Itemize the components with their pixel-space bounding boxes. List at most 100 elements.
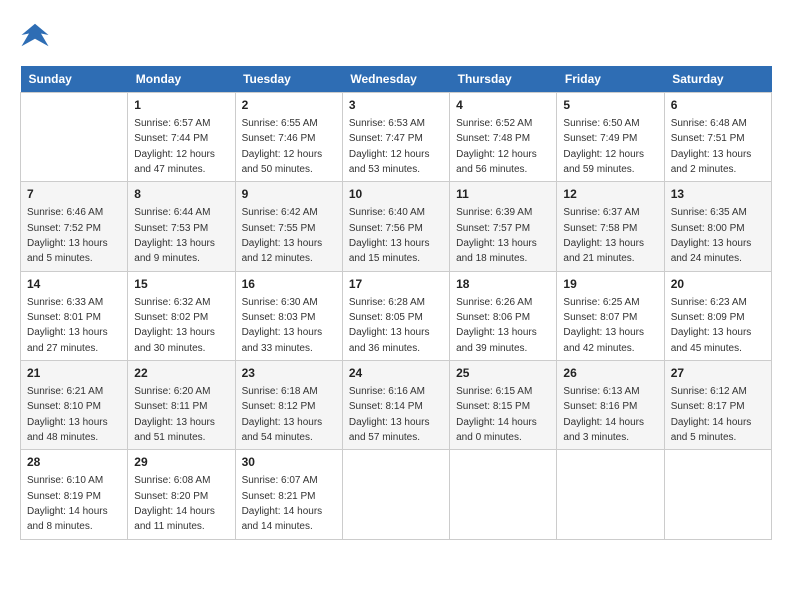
day-detail: Sunrise: 6:39 AMSunset: 7:57 PMDaylight:…	[456, 207, 537, 264]
day-cell: 8Sunrise: 6:44 AMSunset: 7:53 PMDaylight…	[128, 182, 235, 271]
day-detail: Sunrise: 6:37 AMSunset: 7:58 PMDaylight:…	[563, 207, 644, 264]
day-detail: Sunrise: 6:50 AMSunset: 7:49 PMDaylight:…	[563, 118, 644, 175]
day-detail: Sunrise: 6:15 AMSunset: 8:15 PMDaylight:…	[456, 386, 537, 443]
header-row: SundayMondayTuesdayWednesdayThursdayFrid…	[21, 66, 772, 93]
day-cell: 2 Sunrise: 6:55 AMSunset: 7:46 PMDaylight…	[235, 93, 342, 182]
day-cell: 7 Sunrise: 6:46 AMSunset: 7:52 PMDaylight…	[21, 182, 128, 271]
day-detail: Sunrise: 6:21 AMSunset: 8:10 PMDaylight:…	[27, 386, 108, 443]
day-cell	[557, 450, 664, 539]
day-cell: 24 Sunrise: 6:16 AMSunset: 8:14 PMDayligh…	[342, 361, 449, 450]
day-number: 22	[134, 365, 228, 382]
day-cell: 23 Sunrise: 6:18 AMSunset: 8:12 PMDayligh…	[235, 361, 342, 450]
day-header-monday: Monday	[128, 66, 235, 93]
day-detail: Sunrise: 6:10 AMSunset: 8:19 PMDaylight:…	[27, 475, 108, 532]
day-number: 24	[349, 365, 443, 382]
day-cell: 17Sunrise: 6:28 AMSunset: 8:05 PMDayligh…	[342, 271, 449, 360]
day-cell: 28 Sunrise: 6:10 AMSunset: 8:19 PMDayligh…	[21, 450, 128, 539]
week-row-4: 21 Sunrise: 6:21 AMSunset: 8:10 PMDayligh…	[21, 361, 772, 450]
day-number: 28	[27, 454, 121, 471]
day-detail: Sunrise: 6:42 AMSunset: 7:55 PMDaylight:…	[242, 207, 323, 264]
day-number: 2	[242, 97, 336, 114]
day-number: 12	[563, 186, 657, 203]
calendar-table: SundayMondayTuesdayWednesdayThursdayFrid…	[20, 66, 772, 540]
day-cell: 26 Sunrise: 6:13 AMSunset: 8:16 PMDayligh…	[557, 361, 664, 450]
day-cell: 6 Sunrise: 6:48 AMSunset: 7:51 PMDaylight…	[664, 93, 771, 182]
day-detail: Sunrise: 6:12 AMSunset: 8:17 PMDaylight:…	[671, 386, 752, 443]
day-cell: 30 Sunrise: 6:07 AMSunset: 8:21 PMDayligh…	[235, 450, 342, 539]
day-header-friday: Friday	[557, 66, 664, 93]
day-detail: Sunrise: 6:30 AMSunset: 8:03 PMDaylight:…	[242, 297, 323, 354]
day-number: 30	[242, 454, 336, 471]
day-number: 11	[456, 186, 550, 203]
day-number: 26	[563, 365, 657, 382]
day-header-wednesday: Wednesday	[342, 66, 449, 93]
day-cell: 16Sunrise: 6:30 AMSunset: 8:03 PMDayligh…	[235, 271, 342, 360]
day-detail: Sunrise: 6:25 AMSunset: 8:07 PMDaylight:…	[563, 297, 644, 354]
day-number: 21	[27, 365, 121, 382]
day-number: 19	[563, 276, 657, 293]
day-cell: 18Sunrise: 6:26 AMSunset: 8:06 PMDayligh…	[450, 271, 557, 360]
week-row-1: 1 Sunrise: 6:57 AMSunset: 7:44 PMDaylight…	[21, 93, 772, 182]
day-cell	[450, 450, 557, 539]
day-cell: 1 Sunrise: 6:57 AMSunset: 7:44 PMDaylight…	[128, 93, 235, 182]
day-cell: 19 Sunrise: 6:25 AMSunset: 8:07 PMDayligh…	[557, 271, 664, 360]
day-cell: 12 Sunrise: 6:37 AMSunset: 7:58 PMDayligh…	[557, 182, 664, 271]
day-number: 29	[134, 454, 228, 471]
day-header-saturday: Saturday	[664, 66, 771, 93]
day-cell	[21, 93, 128, 182]
day-detail: Sunrise: 6:13 AMSunset: 8:16 PMDaylight:…	[563, 386, 644, 443]
day-cell: 25 Sunrise: 6:15 AMSunset: 8:15 PMDayligh…	[450, 361, 557, 450]
day-detail: Sunrise: 6:20 AMSunset: 8:11 PMDaylight:…	[134, 386, 215, 443]
day-number: 23	[242, 365, 336, 382]
day-cell: 10Sunrise: 6:40 AMSunset: 7:56 PMDayligh…	[342, 182, 449, 271]
week-row-2: 7 Sunrise: 6:46 AMSunset: 7:52 PMDaylight…	[21, 182, 772, 271]
day-number: 5	[563, 97, 657, 114]
logo	[20, 20, 54, 50]
day-detail: Sunrise: 6:28 AMSunset: 8:05 PMDaylight:…	[349, 297, 430, 354]
day-cell: 11 Sunrise: 6:39 AMSunset: 7:57 PMDayligh…	[450, 182, 557, 271]
day-detail: Sunrise: 6:16 AMSunset: 8:14 PMDaylight:…	[349, 386, 430, 443]
day-cell: 3 Sunrise: 6:53 AMSunset: 7:47 PMDaylight…	[342, 93, 449, 182]
day-detail: Sunrise: 6:57 AMSunset: 7:44 PMDaylight:…	[134, 118, 215, 175]
day-detail: Sunrise: 6:53 AMSunset: 7:47 PMDaylight:…	[349, 118, 430, 175]
day-cell	[342, 450, 449, 539]
logo-icon	[20, 20, 50, 50]
day-cell: 27Sunrise: 6:12 AMSunset: 8:17 PMDayligh…	[664, 361, 771, 450]
day-number: 4	[456, 97, 550, 114]
day-cell: 5 Sunrise: 6:50 AMSunset: 7:49 PMDaylight…	[557, 93, 664, 182]
day-header-sunday: Sunday	[21, 66, 128, 93]
day-number: 3	[349, 97, 443, 114]
day-cell: 15 Sunrise: 6:32 AMSunset: 8:02 PMDayligh…	[128, 271, 235, 360]
day-cell: 22 Sunrise: 6:20 AMSunset: 8:11 PMDayligh…	[128, 361, 235, 450]
day-header-thursday: Thursday	[450, 66, 557, 93]
day-cell: 4Sunrise: 6:52 AMSunset: 7:48 PMDaylight…	[450, 93, 557, 182]
day-cell	[664, 450, 771, 539]
day-detail: Sunrise: 6:18 AMSunset: 8:12 PMDaylight:…	[242, 386, 323, 443]
day-detail: Sunrise: 6:32 AMSunset: 8:02 PMDaylight:…	[134, 297, 215, 354]
day-detail: Sunrise: 6:23 AMSunset: 8:09 PMDaylight:…	[671, 297, 752, 354]
day-header-tuesday: Tuesday	[235, 66, 342, 93]
day-cell: 20 Sunrise: 6:23 AMSunset: 8:09 PMDayligh…	[664, 271, 771, 360]
day-detail: Sunrise: 6:33 AMSunset: 8:01 PMDaylight:…	[27, 297, 108, 354]
day-detail: Sunrise: 6:55 AMSunset: 7:46 PMDaylight:…	[242, 118, 323, 175]
day-number: 6	[671, 97, 765, 114]
day-cell: 9Sunrise: 6:42 AMSunset: 7:55 PMDaylight…	[235, 182, 342, 271]
day-detail: Sunrise: 6:48 AMSunset: 7:51 PMDaylight:…	[671, 118, 752, 175]
day-number: 8	[134, 186, 228, 203]
day-cell: 21 Sunrise: 6:21 AMSunset: 8:10 PMDayligh…	[21, 361, 128, 450]
week-row-3: 14 Sunrise: 6:33 AMSunset: 8:01 PMDayligh…	[21, 271, 772, 360]
day-number: 13	[671, 186, 765, 203]
day-cell: 14 Sunrise: 6:33 AMSunset: 8:01 PMDayligh…	[21, 271, 128, 360]
day-number: 15	[134, 276, 228, 293]
day-detail: Sunrise: 6:07 AMSunset: 8:21 PMDaylight:…	[242, 475, 323, 532]
day-number: 1	[134, 97, 228, 114]
day-detail: Sunrise: 6:46 AMSunset: 7:52 PMDaylight:…	[27, 207, 108, 264]
day-number: 7	[27, 186, 121, 203]
day-number: 14	[27, 276, 121, 293]
day-number: 25	[456, 365, 550, 382]
day-detail: Sunrise: 6:08 AMSunset: 8:20 PMDaylight:…	[134, 475, 215, 532]
day-detail: Sunrise: 6:40 AMSunset: 7:56 PMDaylight:…	[349, 207, 430, 264]
day-number: 20	[671, 276, 765, 293]
page-header	[20, 20, 772, 50]
day-number: 18	[456, 276, 550, 293]
